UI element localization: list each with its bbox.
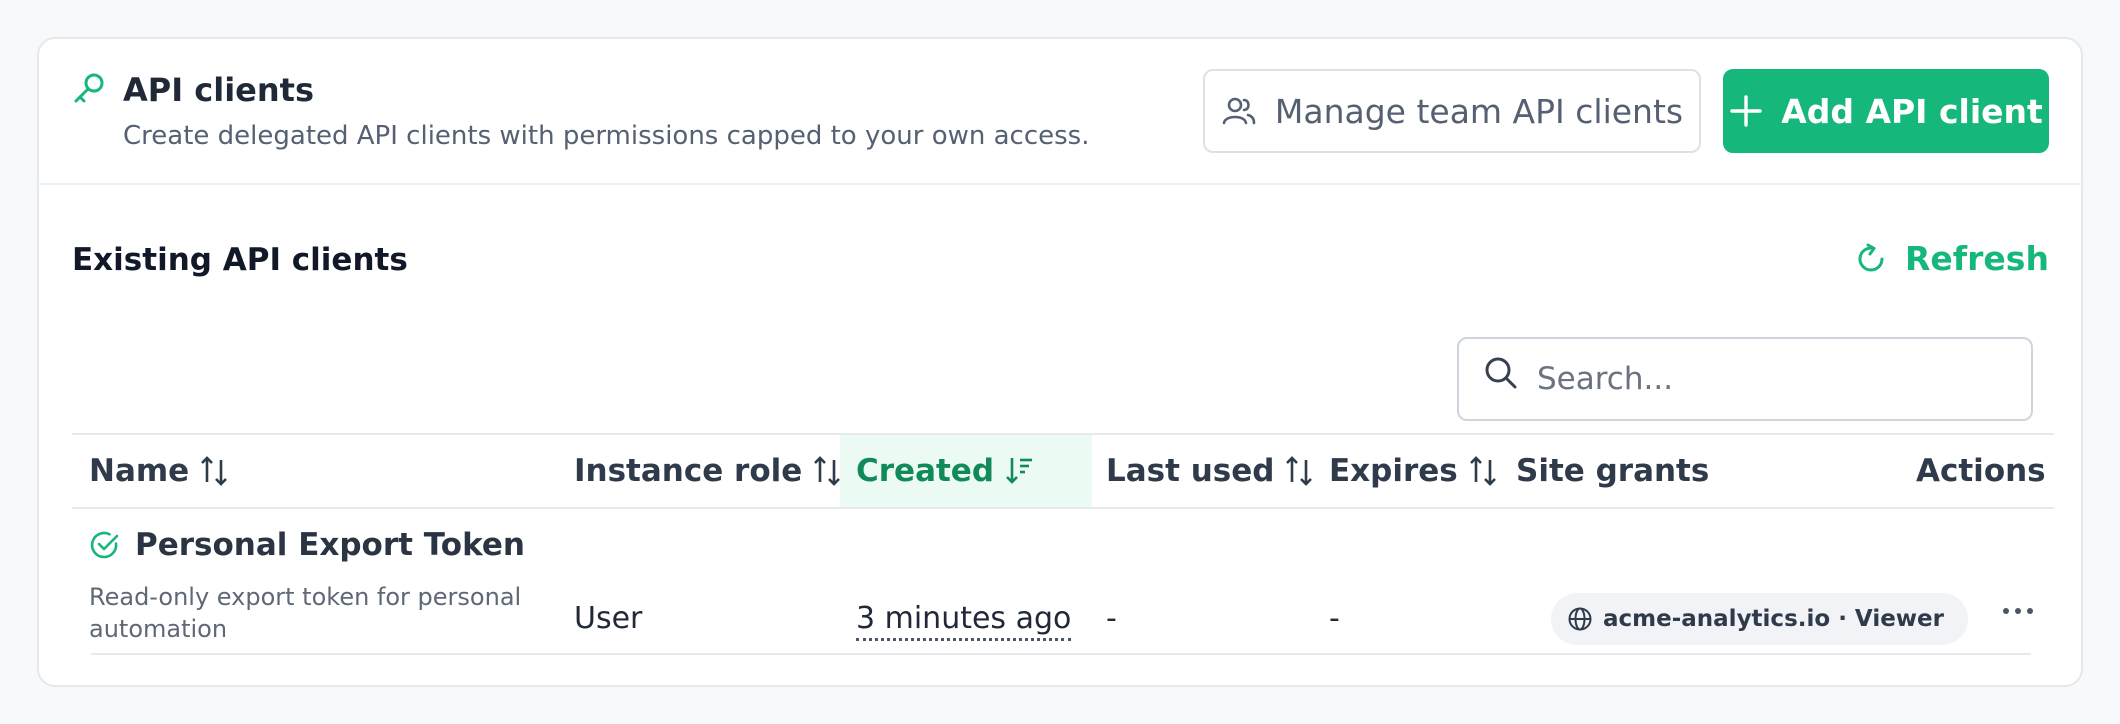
column-header-site-grants: Site grants bbox=[1516, 453, 1710, 489]
more-horizontal-icon[interactable] bbox=[1993, 591, 2043, 631]
api-clients-card: API clients Create delegated API clients… bbox=[37, 37, 2083, 687]
manage-team-api-clients-button[interactable]: Manage team API clients bbox=[1203, 69, 1701, 153]
page-title: API clients bbox=[123, 71, 314, 109]
created-time: 3 minutes ago bbox=[856, 601, 1072, 641]
section-title: Existing API clients bbox=[72, 242, 408, 278]
client-name: Personal Export Token bbox=[135, 527, 525, 563]
sort-descending-icon bbox=[1006, 458, 1033, 484]
key-icon bbox=[74, 73, 104, 103]
users-icon bbox=[1222, 97, 1256, 125]
instance-role-cell: User bbox=[574, 601, 643, 636]
refresh-button[interactable]: Refresh bbox=[1855, 239, 2049, 278]
sort-arrows-icon bbox=[814, 456, 841, 486]
refresh-icon bbox=[1858, 243, 1884, 271]
add-api-client-button[interactable]: Add API client bbox=[1723, 69, 2049, 153]
manage-button-label: Manage team API clients bbox=[1274, 91, 1684, 131]
search-box bbox=[1457, 337, 2033, 421]
column-header-expires[interactable]: Expires bbox=[1329, 435, 1509, 507]
search-icon bbox=[1485, 357, 1517, 389]
column-header-created[interactable]: Created bbox=[840, 435, 1092, 507]
sort-arrows-icon bbox=[1469, 456, 1496, 486]
plus-icon bbox=[1730, 95, 1762, 127]
add-button-label: Add API client bbox=[1781, 91, 2043, 131]
sort-arrows-icon bbox=[201, 456, 228, 486]
sort-arrows-icon bbox=[1286, 456, 1313, 486]
card-header: API clients Create delegated API clients… bbox=[39, 39, 2081, 185]
site-grant-badge: acme-analytics.io · Viewer bbox=[1551, 593, 1969, 645]
expires-cell: - bbox=[1329, 601, 1340, 636]
created-cell: 3 minutes ago bbox=[856, 601, 1072, 641]
column-header-actions: Actions bbox=[1916, 453, 2046, 489]
header-divider bbox=[72, 507, 2054, 509]
column-header-name[interactable]: Name bbox=[89, 435, 559, 507]
globe-icon bbox=[1568, 607, 1592, 631]
client-description: Read-only export token for personal auto… bbox=[89, 583, 522, 643]
column-header-last-used[interactable]: Last used bbox=[1106, 435, 1316, 507]
site-grant-label: acme-analytics.io · Viewer bbox=[1603, 606, 1945, 632]
last-used-cell: - bbox=[1106, 601, 1117, 636]
table-row: Personal Export Token Read-only export t… bbox=[89, 527, 529, 645]
refresh-label: Refresh bbox=[1905, 239, 2049, 278]
search-input[interactable] bbox=[1537, 353, 2007, 405]
check-circle-icon bbox=[90, 531, 119, 559]
row-divider bbox=[91, 653, 2031, 655]
page-subtitle: Create delegated API clients with permis… bbox=[123, 121, 1090, 151]
column-header-instance-role[interactable]: Instance role bbox=[574, 435, 874, 507]
